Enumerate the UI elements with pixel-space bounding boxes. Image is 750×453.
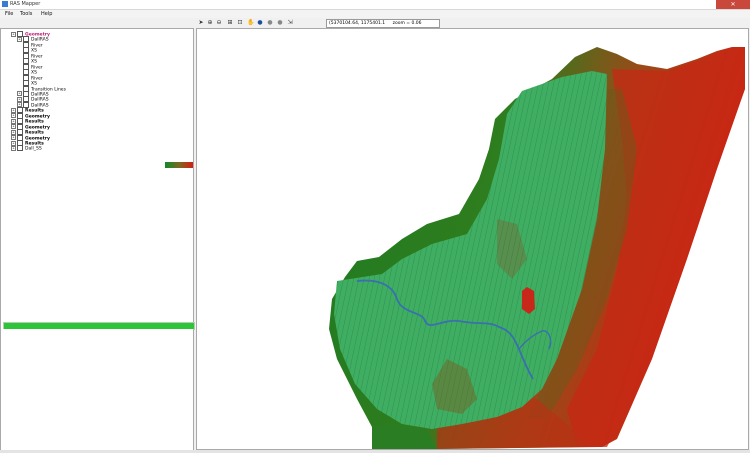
window-title: RAS Mapper xyxy=(10,1,41,7)
map-view[interactable] xyxy=(196,28,749,450)
layer-checkbox[interactable] xyxy=(17,145,23,152)
app-icon xyxy=(2,1,8,7)
zoom-readout: zoom = 0.06 xyxy=(392,21,422,26)
coordinate-readout: (5370104.64, 1175401.1 zoom = 0.06 xyxy=(326,19,440,28)
menu-tools[interactable]: Tools xyxy=(20,11,32,17)
menu-help[interactable]: Help xyxy=(41,11,52,17)
zoom-window-icon[interactable]: ⊡ xyxy=(237,20,243,26)
map-canvas[interactable] xyxy=(197,29,750,451)
expand-icon[interactable]: + xyxy=(11,145,16,151)
full-extent-icon[interactable]: ⊞ xyxy=(227,20,233,26)
coordinate-value: (5370104.64, 1175401.1 xyxy=(329,21,386,26)
properties-panel xyxy=(1,329,193,449)
globe-icon[interactable]: ● xyxy=(257,20,263,26)
title-bar: RAS Mapper ✕ xyxy=(0,0,750,10)
menu-bar: File Tools Help xyxy=(0,10,750,18)
close-button[interactable]: ✕ xyxy=(716,0,750,9)
expand-icon[interactable]: + xyxy=(11,31,16,37)
zoom-in-icon[interactable]: ⊕ xyxy=(207,20,213,26)
forward-icon[interactable]: ● xyxy=(277,20,283,26)
menu-file[interactable]: File xyxy=(5,11,13,17)
expand-icon[interactable]: + xyxy=(17,36,22,42)
pointer-icon[interactable]: ➤ xyxy=(198,20,204,26)
mesh-red-patch xyxy=(522,287,535,314)
zoom-out-icon[interactable]: ⊖ xyxy=(216,20,222,26)
pan-icon[interactable]: ✋ xyxy=(247,20,254,26)
map-toolbar: ➤ ⊕ ⊖ ⊞ ⊡ ✋ ● ● ● ⇲ (5370104.64, 1175401… xyxy=(196,18,750,28)
back-icon[interactable]: ● xyxy=(267,20,273,26)
terrain-legend-swatch xyxy=(165,162,193,168)
tree-item-label: Dall_SS xyxy=(25,146,42,152)
layer-panel: + Geometry + DallRAS River XS River XS River XS Ri… xyxy=(0,28,195,453)
measure-icon[interactable]: ⇲ xyxy=(287,20,293,26)
tree-item[interactable]: + Dall_SS xyxy=(11,145,42,152)
